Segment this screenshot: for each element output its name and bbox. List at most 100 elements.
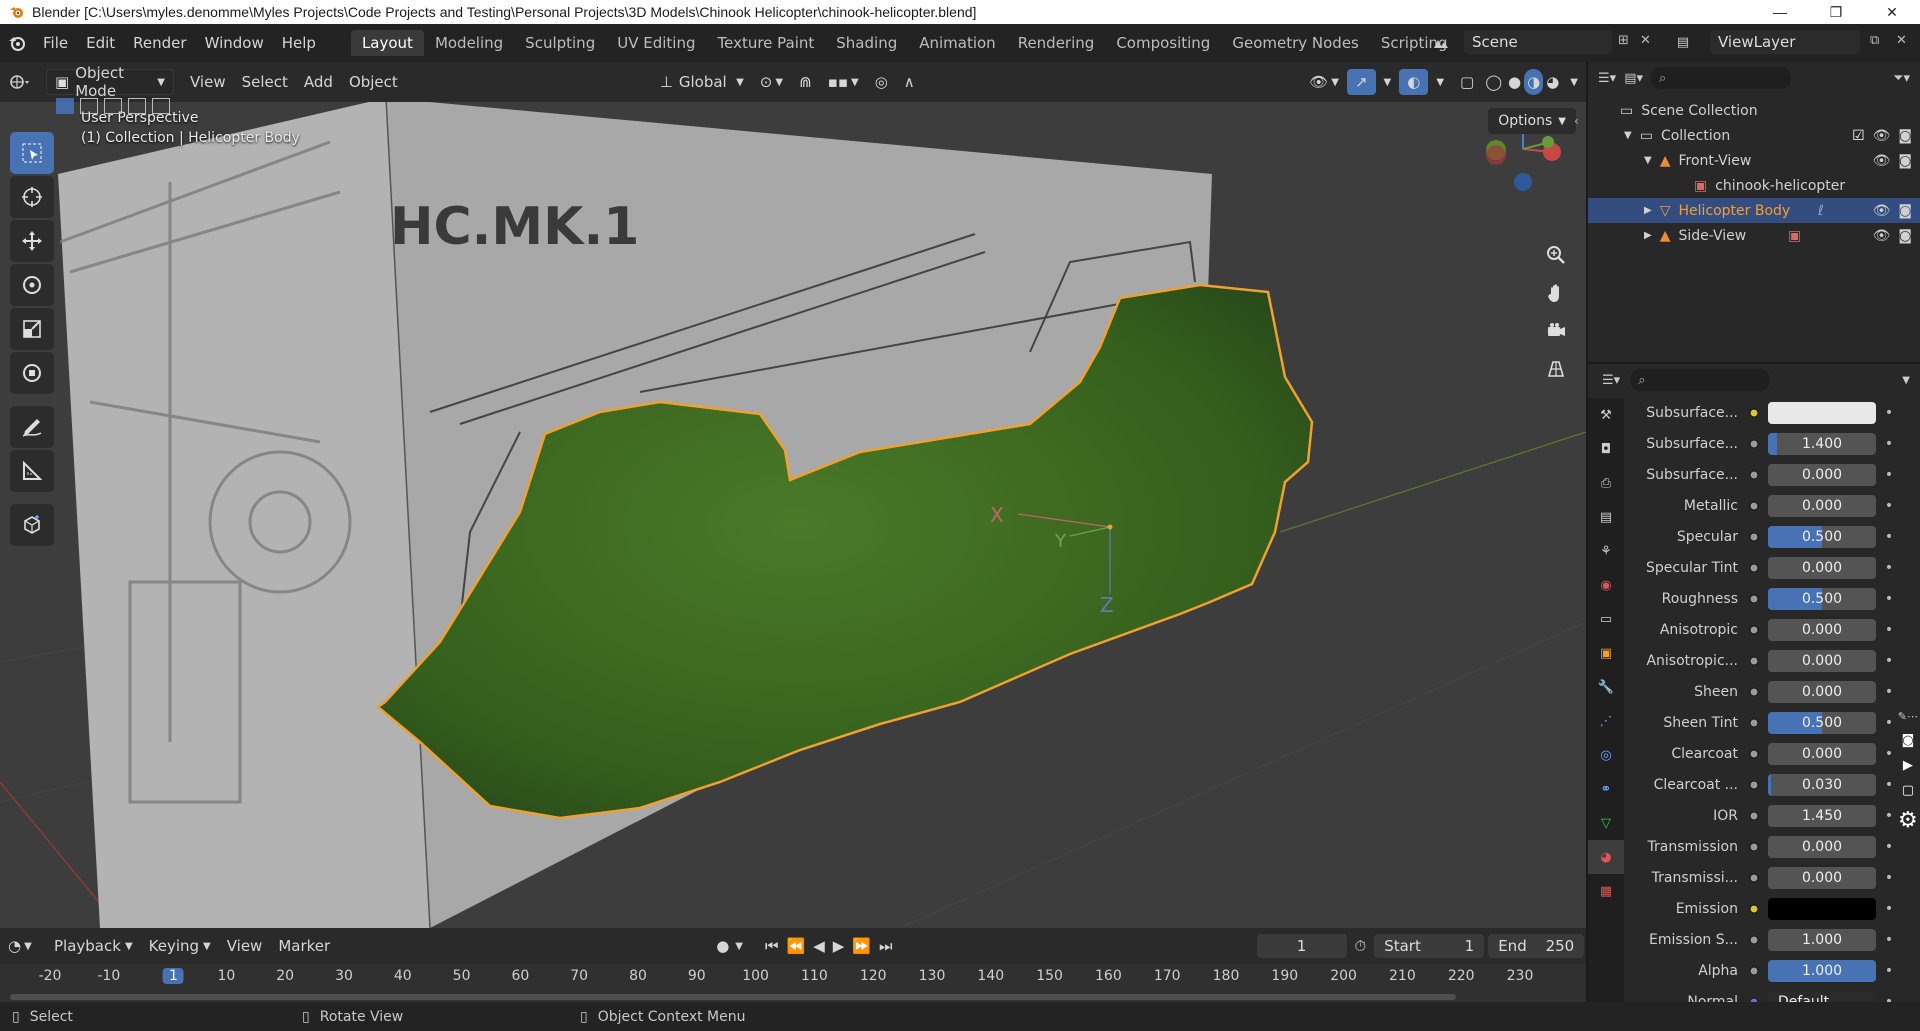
overlays-icon[interactable]: ◐: [1399, 69, 1429, 95]
keyframe-dot-icon[interactable]: •: [1882, 591, 1896, 607]
eye-icon[interactable]: 👁: [1873, 153, 1891, 169]
eye-icon[interactable]: 👁: [1873, 128, 1891, 144]
socket-dot-icon[interactable]: [1746, 746, 1762, 762]
video-camera-icon[interactable]: ▶: [1903, 758, 1913, 773]
remove-scene-icon[interactable]: ✕: [1640, 33, 1651, 48]
camera-view-icon[interactable]: [1539, 314, 1573, 348]
editor-type-icon[interactable]: [0, 69, 46, 95]
menu-render[interactable]: Render: [124, 34, 195, 52]
property-value-field[interactable]: [1768, 898, 1876, 920]
material-shading-icon[interactable]: ◑: [1524, 69, 1544, 95]
property-value-field[interactable]: 0.000: [1768, 743, 1876, 765]
menu-object[interactable]: Object: [341, 69, 406, 95]
property-value-field[interactable]: 0.000: [1768, 495, 1876, 517]
menu-timeline-view[interactable]: View: [219, 933, 271, 959]
socket-dot-icon[interactable]: [1746, 405, 1762, 421]
falloff-icon[interactable]: ∧: [896, 69, 923, 95]
outliner-search-input[interactable]: ⌕: [1651, 67, 1791, 89]
camera-icon[interactable]: ◙: [1898, 128, 1912, 144]
add-cube-tool[interactable]: [10, 504, 54, 546]
scene-selector[interactable]: Scene: [1464, 30, 1612, 54]
orthographic-toggle-icon[interactable]: [1539, 352, 1573, 386]
timeline-editor-icon[interactable]: ◔ ▼: [0, 933, 46, 959]
select-subtract-icon[interactable]: [104, 98, 122, 114]
sidebar-toggle-icon[interactable]: ‹: [1574, 114, 1579, 128]
keyframe-dot-icon[interactable]: •: [1882, 715, 1896, 731]
select-intersect-icon[interactable]: [152, 98, 170, 114]
keyframe-dot-icon[interactable]: •: [1882, 901, 1896, 917]
play-icon[interactable]: ▶: [829, 933, 849, 959]
socket-dot-icon[interactable]: [1746, 808, 1762, 824]
gizmo-icon[interactable]: ↗: [1346, 69, 1376, 95]
socket-dot-icon[interactable]: [1746, 839, 1762, 855]
property-value-field[interactable]: 0.000: [1768, 464, 1876, 486]
prev-keyframe-icon[interactable]: ⏪: [783, 933, 810, 959]
checkbox-icon[interactable]: ☑: [1852, 128, 1865, 144]
keyframe-dot-icon[interactable]: •: [1882, 870, 1896, 886]
world-tab-icon[interactable]: ◉: [1588, 568, 1624, 602]
blender-menu-icon[interactable]: [0, 33, 34, 53]
pan-hand-icon[interactable]: [1539, 276, 1573, 310]
chevron-down-icon[interactable]: ▼: [1902, 375, 1910, 386]
settings-gear-icon[interactable]: ⚙: [1898, 808, 1918, 833]
overlays-dropdown-icon[interactable]: ▼: [1428, 69, 1452, 95]
solid-shading-icon[interactable]: ●: [1505, 69, 1524, 95]
tab-modeling[interactable]: Modeling: [424, 30, 514, 56]
eye-icon[interactable]: 👁: [1873, 228, 1891, 244]
outliner-row-collection[interactable]: ▼ ▭ Collection ☑ 👁 ◙: [1588, 123, 1920, 148]
menu-edit[interactable]: Edit: [77, 34, 124, 52]
snap-icon[interactable]: ⋒: [791, 69, 820, 95]
physics-tab-icon[interactable]: ◎: [1588, 738, 1624, 772]
wireframe-shading-icon[interactable]: ◯: [1482, 69, 1505, 95]
camera-icon[interactable]: ◙: [1898, 153, 1912, 169]
modifier-tab-icon[interactable]: 🔧: [1588, 670, 1624, 704]
tool-tab-icon[interactable]: ⚒: [1588, 398, 1624, 432]
property-value-field[interactable]: 1.400: [1768, 433, 1876, 455]
tab-texture-paint[interactable]: Texture Paint: [706, 30, 825, 56]
socket-dot-icon[interactable]: [1746, 436, 1762, 452]
keyframe-dot-icon[interactable]: •: [1882, 777, 1896, 793]
keyframe-dot-icon[interactable]: •: [1882, 808, 1896, 824]
orientation-dropdown[interactable]: ⊥ Global ▼: [652, 69, 752, 95]
keyframe-dot-icon[interactable]: •: [1882, 963, 1896, 979]
timeline-ruler[interactable]: -20 -10 1 10 20 30 40 50 60 70 80 90 100 110 120 130 140…: [0, 964, 1586, 1004]
close-button[interactable]: ✕: [1864, 0, 1920, 24]
eye-icon[interactable]: 👁: [1873, 203, 1891, 219]
image-frame-icon[interactable]: ▢: [1902, 783, 1914, 798]
snap-target-icon[interactable]: ▪▪ ▼: [820, 69, 867, 95]
pin-icon[interactable]: ⊞: [1618, 33, 1629, 48]
expand-toggle-icon[interactable]: ▶: [1644, 205, 1652, 216]
socket-dot-icon[interactable]: [1746, 529, 1762, 545]
visibility-icon[interactable]: 👁 ▼: [1301, 69, 1347, 95]
maximize-button[interactable]: ❐: [1808, 0, 1864, 24]
measure-tool[interactable]: [10, 450, 54, 492]
property-value-field[interactable]: 0.000: [1768, 867, 1876, 889]
property-value-field[interactable]: 0.000: [1768, 836, 1876, 858]
outliner-row-front-view[interactable]: ▼ ▲ Front-View 👁 ◙: [1588, 148, 1920, 173]
scale-tool[interactable]: [10, 308, 54, 350]
keyframe-dot-icon[interactable]: •: [1882, 405, 1896, 421]
property-value-field[interactable]: 0.000: [1768, 681, 1876, 703]
socket-dot-icon[interactable]: [1746, 653, 1762, 669]
outliner-row-helicopter-body[interactable]: ▶ ▽ Helicopter Body ℓ 👁 ◙: [1588, 198, 1920, 223]
socket-dot-icon[interactable]: [1746, 591, 1762, 607]
tab-shading[interactable]: Shading: [825, 30, 908, 56]
start-frame-field[interactable]: Start 1: [1374, 934, 1485, 958]
minimize-button[interactable]: —: [1752, 0, 1808, 24]
current-frame-field[interactable]: 1: [1256, 934, 1347, 958]
rotate-tool[interactable]: [10, 264, 54, 306]
socket-dot-icon[interactable]: [1746, 560, 1762, 576]
rendered-shading-icon[interactable]: ◕: [1543, 69, 1562, 95]
pivot-icon[interactable]: ⊙ ▼: [752, 69, 791, 95]
outliner-row-scene-collection[interactable]: ▭ Scene Collection: [1588, 98, 1920, 123]
stopwatch-icon[interactable]: ⏱: [1347, 933, 1375, 959]
render-tab-icon[interactable]: ◘: [1588, 432, 1624, 466]
menu-window[interactable]: Window: [196, 34, 273, 52]
xray-icon[interactable]: ▢: [1452, 69, 1482, 95]
tab-rendering[interactable]: Rendering: [1007, 30, 1106, 56]
particles-tab-icon[interactable]: ⋰: [1588, 704, 1624, 738]
property-value-field[interactable]: 0.500: [1768, 588, 1876, 610]
menu-playback[interactable]: Playback ▼: [46, 933, 141, 959]
mode-dropdown[interactable]: ▣ Object Mode ▼: [46, 64, 174, 100]
keyframe-dot-icon[interactable]: •: [1882, 684, 1896, 700]
